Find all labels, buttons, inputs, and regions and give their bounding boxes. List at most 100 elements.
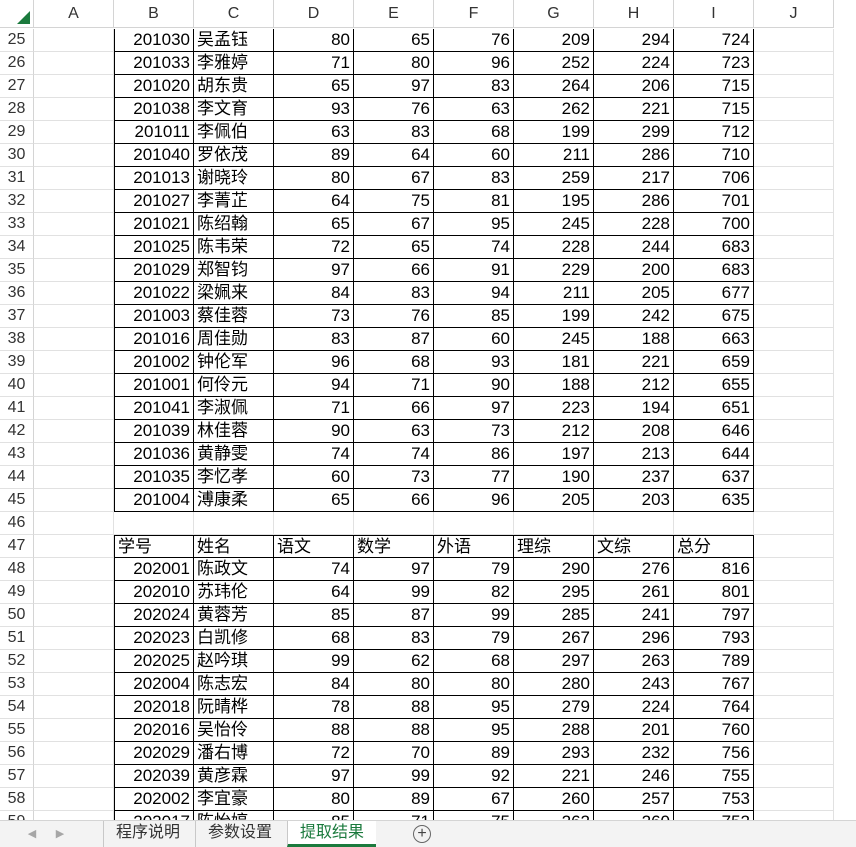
cell-id[interactable]: 201027 [114,190,194,213]
row-header[interactable]: 32 [0,190,34,213]
cell-g[interactable]: 252 [514,52,594,75]
row-header[interactable]: 38 [0,328,34,351]
cell[interactable] [34,213,114,236]
cell-id[interactable]: 201016 [114,328,194,351]
cell-h[interactable]: 224 [594,696,674,719]
cell[interactable] [754,259,834,282]
cell-e[interactable]: 74 [354,443,434,466]
cell-id[interactable]: 202016 [114,719,194,742]
cell-f[interactable]: 91 [434,259,514,282]
cell-id[interactable]: 201040 [114,144,194,167]
row-header[interactable]: 47 [0,535,34,558]
row-header[interactable]: 41 [0,397,34,420]
cell-i[interactable]: 789 [674,650,754,673]
cell-e[interactable]: 67 [354,167,434,190]
cell-d[interactable]: 93 [274,98,354,121]
cell[interactable] [34,719,114,742]
table-header-cell[interactable]: 文综 [594,535,674,558]
cell-h[interactable]: 232 [594,742,674,765]
cell-h[interactable]: 276 [594,558,674,581]
cell-h[interactable]: 299 [594,121,674,144]
cell-i[interactable]: 797 [674,604,754,627]
row-header[interactable]: 42 [0,420,34,443]
cell-d[interactable]: 64 [274,190,354,213]
cell-name[interactable]: 陈志宏 [194,673,274,696]
cell-name[interactable]: 李佩伯 [194,121,274,144]
cell-name[interactable]: 苏玮伦 [194,581,274,604]
cell-id[interactable]: 201030 [114,29,194,52]
cell-i[interactable]: 801 [674,581,754,604]
cell-d[interactable]: 72 [274,236,354,259]
cell-i[interactable]: 793 [674,627,754,650]
cell-g[interactable]: 288 [514,719,594,742]
cell[interactable] [754,696,834,719]
cell[interactable] [34,121,114,144]
cell-d[interactable]: 65 [274,75,354,98]
cell[interactable] [194,512,274,535]
cell-i[interactable]: 715 [674,75,754,98]
cell-i[interactable]: 683 [674,236,754,259]
cell-h[interactable]: 260 [594,811,674,820]
cell-e[interactable]: 65 [354,236,434,259]
cell-g[interactable]: 209 [514,29,594,52]
cell-d[interactable]: 80 [274,29,354,52]
row-header[interactable]: 49 [0,581,34,604]
cell-g[interactable]: 267 [514,627,594,650]
cell-h[interactable]: 296 [594,627,674,650]
cell-e[interactable]: 97 [354,558,434,581]
column-header-g[interactable]: G [514,0,594,28]
cell[interactable] [34,788,114,811]
cell-h[interactable]: 212 [594,374,674,397]
cell-g[interactable]: 211 [514,144,594,167]
cell[interactable] [34,144,114,167]
cell-name[interactable]: 吴孟钰 [194,29,274,52]
cell-i[interactable]: 659 [674,351,754,374]
cell-name[interactable]: 黄蓉芳 [194,604,274,627]
cell[interactable] [34,811,114,820]
cell-h[interactable]: 213 [594,443,674,466]
cell-i[interactable]: 710 [674,144,754,167]
cell-d[interactable]: 85 [274,811,354,820]
cell[interactable] [34,374,114,397]
cell[interactable] [34,98,114,121]
cell[interactable] [354,512,434,535]
cell-i[interactable]: 675 [674,305,754,328]
cell-i[interactable]: 663 [674,328,754,351]
cell-d[interactable]: 72 [274,742,354,765]
cell-name[interactable]: 何伶元 [194,374,274,397]
cell-e[interactable]: 83 [354,282,434,305]
cell-h[interactable]: 200 [594,259,674,282]
column-header-h[interactable]: H [594,0,674,28]
cell[interactable] [34,627,114,650]
cell-d[interactable]: 65 [274,489,354,512]
cell-f[interactable]: 67 [434,788,514,811]
cell[interactable] [754,742,834,765]
row-header[interactable]: 39 [0,351,34,374]
cell-e[interactable]: 87 [354,604,434,627]
cell-g[interactable]: 229 [514,259,594,282]
column-header-c[interactable]: C [194,0,274,28]
cell[interactable] [754,466,834,489]
cell[interactable] [754,52,834,75]
cell-e[interactable]: 67 [354,213,434,236]
cell-h[interactable]: 206 [594,75,674,98]
cell-name[interactable]: 陈韦荣 [194,236,274,259]
cell-g[interactable]: 293 [514,742,594,765]
cell-f[interactable]: 73 [434,420,514,443]
cell-g[interactable]: 221 [514,765,594,788]
column-header-b[interactable]: B [114,0,194,28]
column-header-i[interactable]: I [674,0,754,28]
cell-name[interactable]: 李淑佩 [194,397,274,420]
cell-e[interactable]: 99 [354,581,434,604]
cell-id[interactable]: 202029 [114,742,194,765]
cell-i[interactable]: 816 [674,558,754,581]
row-header[interactable]: 37 [0,305,34,328]
cell-name[interactable]: 吴怡伶 [194,719,274,742]
cell-d[interactable]: 90 [274,420,354,443]
cell-name[interactable]: 周佳勋 [194,328,274,351]
cell-f[interactable]: 86 [434,443,514,466]
cell-id[interactable]: 202004 [114,673,194,696]
row-header[interactable]: 27 [0,75,34,98]
cell[interactable] [34,535,114,558]
cell-name[interactable]: 陈怡婷 [194,811,274,820]
